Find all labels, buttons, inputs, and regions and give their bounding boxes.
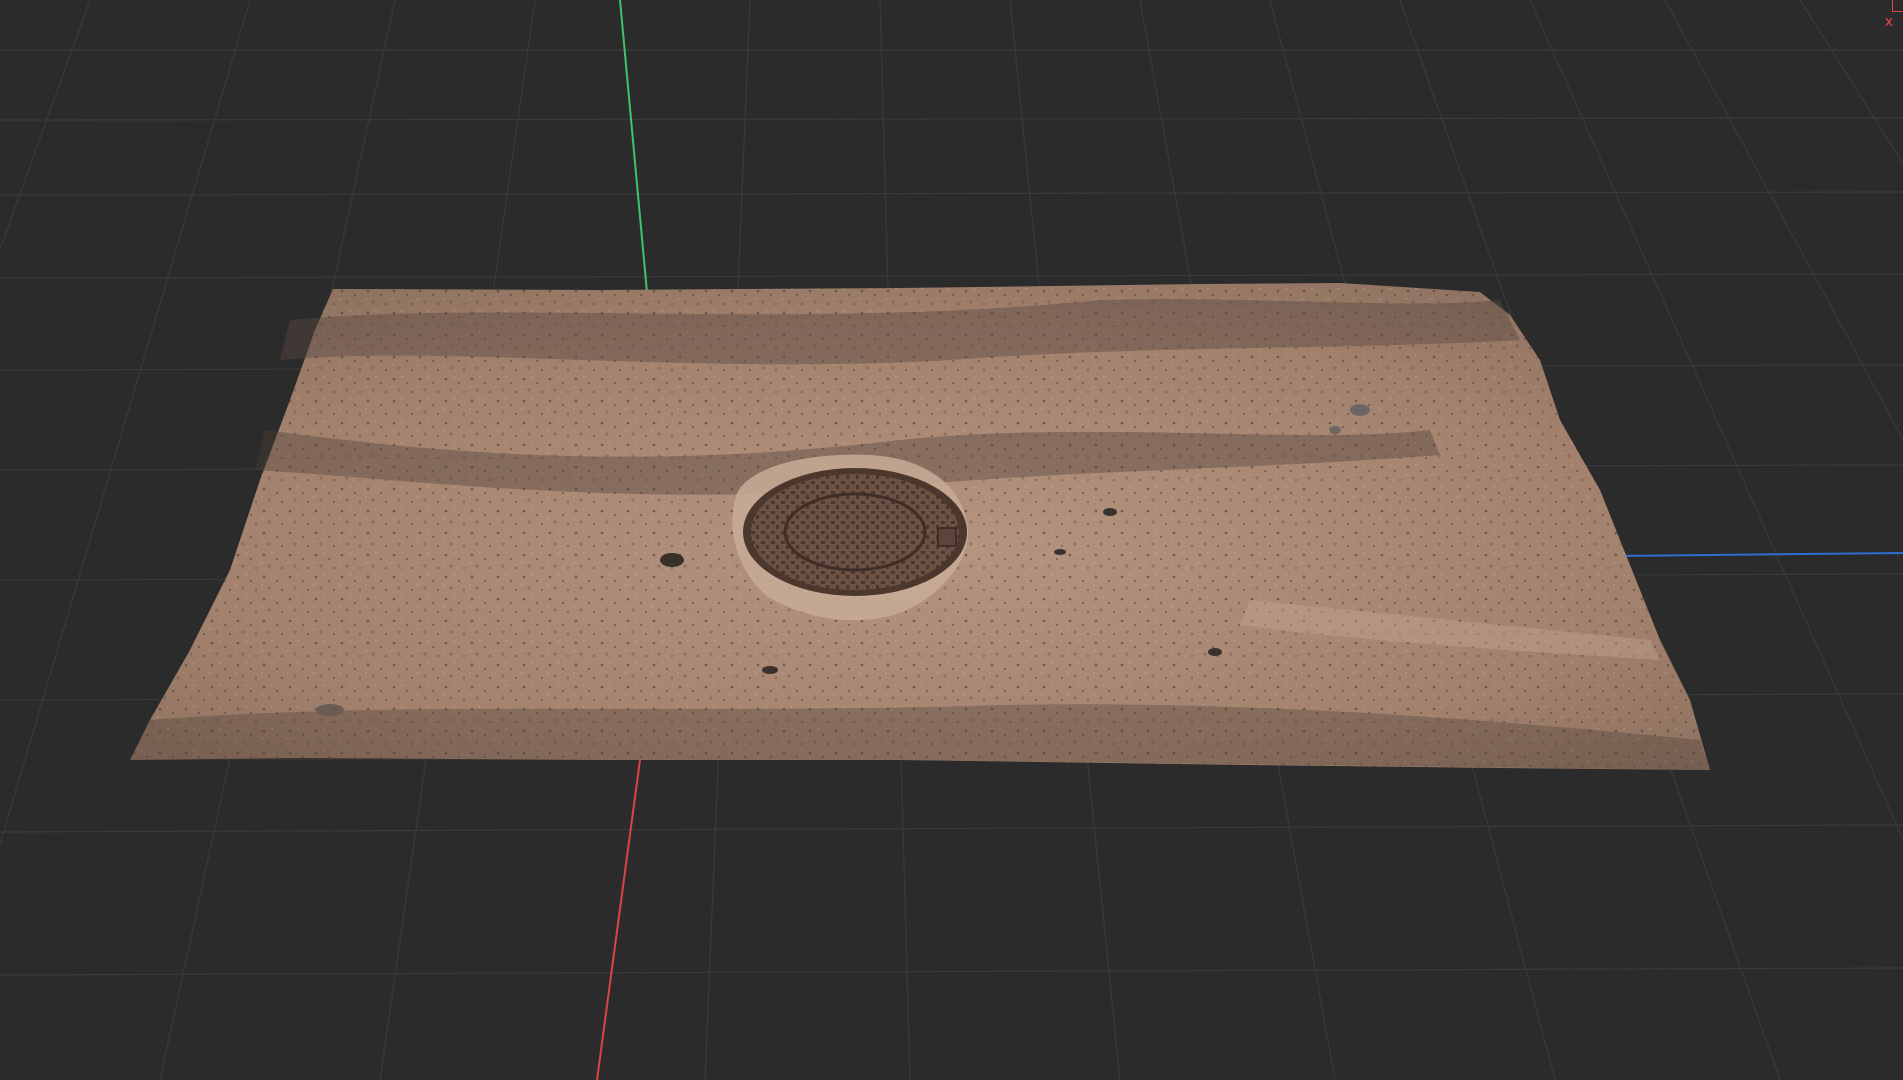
manhole-hinge bbox=[937, 527, 957, 547]
z-axis-line bbox=[1609, 552, 1903, 557]
gizmo-x-label: x bbox=[1884, 14, 1893, 30]
3d-viewport[interactable]: x bbox=[0, 0, 1903, 1080]
viewport-scene[interactable] bbox=[0, 0, 1903, 1080]
x-axis-line bbox=[596, 759, 641, 1080]
axis-gizmo[interactable]: x bbox=[1873, 0, 1903, 40]
road-scan-mesh[interactable] bbox=[130, 283, 1710, 770]
manhole-grate bbox=[751, 474, 959, 590]
gizmo-x-line-horizontal bbox=[1892, 11, 1903, 12]
